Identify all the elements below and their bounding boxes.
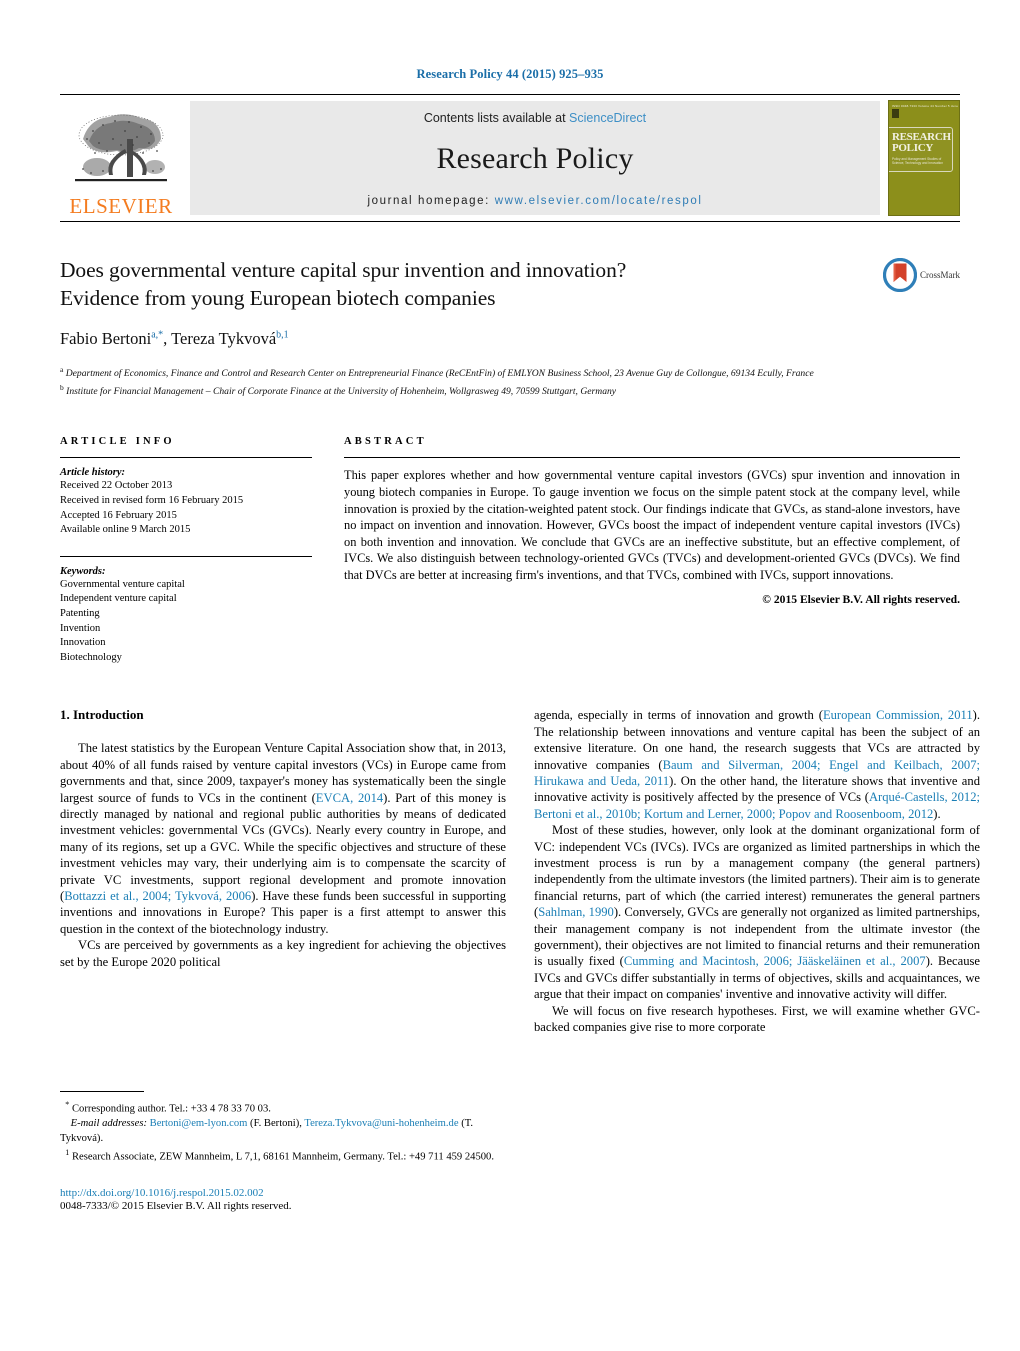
intro-right-paragraph-3: We will focus on five research hypothese… (534, 1003, 980, 1035)
email-link-0[interactable]: Bertoni@em-lyon.com (150, 1118, 248, 1129)
cover-title-box: RESEARCH POLICY Policy and Management St… (889, 127, 953, 172)
cover-decoration (892, 109, 899, 118)
email-link-1[interactable]: Tereza.Tykvova@uni-hohenheim.de (304, 1118, 458, 1129)
authors-separator: , (163, 329, 172, 348)
info-abstract-section: ARTICLE INFO Article history: Received 2… (60, 436, 960, 665)
cover-issn-line: ISSN 0048-7333 Volume 44 Number 5 June 2… (892, 104, 959, 108)
section-heading-introduction: 1. Introduction (60, 707, 144, 723)
intro-paragraph-1: The latest statistics by the European Ve… (60, 741, 506, 936)
elsevier-wordmark: ELSEVIER (69, 194, 173, 218)
history-item-0: Received 22 October 2013 (60, 480, 173, 492)
affiliation-marker-a: a (60, 365, 64, 374)
contents-available-line: Contents lists available at ScienceDirec… (424, 111, 646, 125)
affiliation-a: a Department of Economics, Finance and C… (60, 363, 940, 381)
author-name-1[interactable]: Tereza Tykvová (171, 329, 276, 348)
abstract-copyright: © 2015 Elsevier B.V. All rights reserved… (762, 592, 960, 606)
article-info-heading: ARTICLE INFO (60, 436, 312, 447)
intro-right-paragraph-1: agenda, especially in terms of innovatio… (534, 708, 980, 821)
elsevier-tree-icon (75, 114, 167, 182)
footnote-rule (60, 1090, 144, 1092)
affiliation-b: b Institute for Financial Management – C… (60, 381, 940, 399)
footnote-corresponding: * Corresponding author. Tel.: +33 4 78 3… (60, 1098, 506, 1117)
cover-subtitle: Policy and Management Studies of Science… (892, 157, 943, 165)
journal-homepage-link[interactable]: www.elsevier.com/locate/respol (495, 195, 703, 207)
crossmark-icon (883, 258, 917, 292)
affiliation-text-b: Institute for Financial Management – Cha… (66, 385, 617, 397)
keywords-rule (60, 555, 312, 557)
email-addresses-label: E-mail addresses: (70, 1118, 147, 1129)
article-title-line2: Evidence from young European biotech com… (60, 286, 496, 310)
keyword-2: Patenting (60, 607, 100, 619)
footnotes-block: * Corresponding author. Tel.: +33 4 78 3… (60, 1090, 506, 1212)
keyword-1: Independent venture capital (60, 593, 177, 605)
email-owner-0: (F. Bertoni), (250, 1118, 302, 1129)
cover-title-line2: POLICY (892, 142, 933, 154)
footnote-note1: 1 Research Associate, ZEW Mannheim, L 7,… (60, 1146, 506, 1165)
article-info-column: ARTICLE INFO Article history: Received 2… (60, 436, 312, 665)
history-item-3: Available online 9 March 2015 (60, 524, 191, 536)
crossmark-badge[interactable]: CrossMark (883, 258, 960, 292)
abstract-rule (344, 457, 960, 459)
title-block: CrossMark Does governmental venture capi… (60, 256, 960, 398)
doi-block: http://dx.doi.org/10.1016/j.respol.2015.… (60, 1187, 506, 1212)
abstract-text: This paper explores whether and how gove… (344, 468, 960, 582)
body-column-right: agenda, especially in terms of innovatio… (534, 707, 980, 1212)
journal-cover-thumbnail[interactable]: ISSN 0048-7333 Volume 44 Number 5 June 2… (888, 100, 960, 216)
footnote-1-marker: 1 (65, 1148, 70, 1158)
keyword-3: Invention (60, 622, 101, 634)
author-sup-0: a,* (151, 329, 164, 341)
affiliation-list: a Department of Economics, Finance and C… (60, 363, 940, 398)
abstract-heading-text: ABSTRACT (344, 436, 427, 448)
body-columns: 1. Introduction The latest statistics by… (60, 707, 980, 1212)
footnote-emails: E-mail addresses: Bertoni@em-lyon.com (F… (60, 1117, 506, 1146)
doi-link[interactable]: http://dx.doi.org/10.1016/j.respol.2015.… (60, 1187, 506, 1199)
homepage-prefix: journal homepage: (367, 195, 495, 207)
article-info-heading-text: ARTICLE INFO (60, 436, 175, 448)
article-info-rule (60, 457, 312, 459)
sciencedirect-link[interactable]: ScienceDirect (569, 111, 646, 125)
keyword-4: Innovation (60, 637, 106, 649)
journal-masthead: ELSEVIER Contents lists available at Sci… (60, 94, 960, 222)
page-title: Does governmental venture capital spur i… (60, 256, 850, 312)
footnote-star-marker: * (65, 1099, 70, 1109)
affiliation-text-a: Department of Economics, Finance and Con… (65, 368, 814, 380)
keyword-0: Governmental venture capital (60, 578, 185, 590)
crossmark-label: CrossMark (920, 270, 960, 280)
author-list: Fabio Bertonia,*, Tereza Tykvováb,1 (60, 329, 960, 349)
intro-paragraph-2: VCs are perceived by governments as a ke… (60, 938, 506, 969)
left-column-content: 1. Introduction The latest statistics by… (60, 707, 506, 1212)
author-name-0[interactable]: Fabio Bertoni (60, 329, 151, 348)
article-title-line1: Does governmental venture capital spur i… (60, 258, 627, 282)
history-item-2: Accepted 16 February 2015 (60, 509, 177, 521)
body-column-left: 1. Introduction The latest statistics by… (60, 707, 506, 1212)
issn-copyright: 0048-7333/© 2015 Elsevier B.V. All right… (60, 1200, 292, 1213)
footnote-note1-text: Research Associate, ZEW Mannheim, L 7,1,… (71, 1151, 494, 1163)
masthead-center: Contents lists available at ScienceDirec… (190, 101, 880, 215)
history-item-1: Received in revised form 16 February 201… (60, 494, 244, 506)
intro-right-paragraph-2: Most of these studies, however, only loo… (534, 823, 980, 1002)
keyword-5: Biotechnology (60, 651, 122, 663)
running-head: Research Policy 44 (2015) 925–935 (416, 67, 604, 81)
elsevier-logo: ELSEVIER (60, 95, 182, 221)
author-sup-1: b,1 (276, 329, 289, 341)
journal-title: Research Policy (436, 142, 634, 175)
contents-prefix: Contents lists available at (423, 111, 570, 125)
abstract-column: ABSTRACT This paper explores whether and… (344, 436, 960, 665)
footnote-corresponding-text: Corresponding author. Tel.: +33 4 78 33 … (71, 1103, 271, 1115)
affiliation-marker-b: b (60, 382, 64, 392)
paper-page: Research Policy 44 (2015) 925–935 ELSEVI… (0, 0, 1020, 1351)
abstract-heading: ABSTRACT (344, 436, 960, 447)
keywords-label: Keywords: (60, 565, 106, 577)
article-history-label: Article history: (60, 467, 126, 479)
journal-homepage-line: journal homepage: www.elsevier.com/locat… (367, 195, 702, 207)
